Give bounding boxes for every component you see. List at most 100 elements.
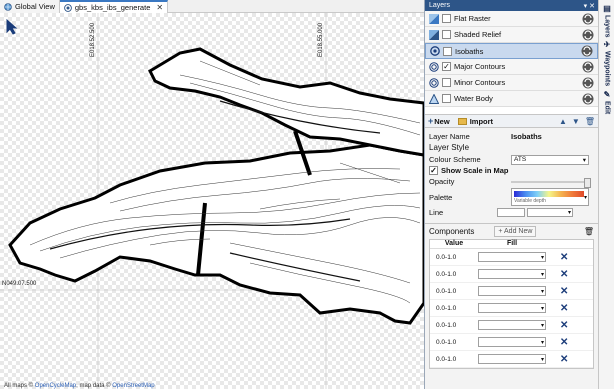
layer-name: Major Contours (454, 62, 506, 71)
map-canvas[interactable]: E018.52.500 E018.55.000 N049.07.500 All … (0, 13, 424, 389)
add-component-button[interactable]: + Add New (494, 226, 537, 237)
palette-gradient (514, 191, 584, 197)
chevron-down-icon: ▾ (540, 271, 544, 278)
move-down-icon[interactable]: ▼ (572, 117, 580, 126)
tab-label: gbs_kbs_ibs_generate (74, 3, 151, 12)
layer-row-major-contours[interactable]: ✓ Major Contours (425, 59, 598, 75)
layer-row-flat-raster[interactable]: Flat Raster (425, 11, 598, 27)
component-value[interactable]: 0.0-1.0 (430, 305, 478, 312)
panel-title: Layers (429, 2, 451, 9)
chevron-down-icon: ▾ (582, 156, 586, 164)
component-value[interactable]: 0.0-1.0 (430, 254, 478, 261)
layer-name-value[interactable]: Isobaths (511, 132, 542, 141)
refresh-icon[interactable] (582, 77, 594, 89)
layer-row-water-body[interactable]: Water Body (425, 91, 598, 107)
grid-label-longitude: E018.55.000 (318, 22, 324, 57)
remove-icon[interactable]: ✕ (560, 320, 568, 331)
layer-visibility-checkbox[interactable] (443, 46, 452, 56)
layer-name-label: Layer Name (429, 132, 470, 141)
grid-label-latitude: N049.07.500 (2, 281, 37, 287)
openstreetmap-link[interactable]: OpenStreetMap (112, 383, 154, 389)
component-value[interactable]: 0.0-1.0 (430, 288, 478, 295)
table-row: 0.0-1.0 ▾ ✕ (430, 283, 593, 300)
layer-row-shaded-relief[interactable]: Shaded Relief (425, 27, 598, 43)
refresh-icon[interactable] (582, 29, 594, 41)
show-scale-checkbox[interactable]: ✓ (429, 166, 438, 175)
show-scale-checkbox-row[interactable]: ✓ Show Scale in Map (429, 165, 594, 176)
remove-icon[interactable]: ✕ (560, 286, 568, 297)
palette-select[interactable]: Variable depth ▾ (511, 188, 589, 206)
move-up-icon[interactable]: ▲ (559, 117, 567, 126)
plus-icon: + (428, 116, 434, 126)
opacity-label: Opacity (429, 177, 455, 186)
refresh-icon[interactable] (581, 45, 593, 57)
layers-toolbar: + New Import ▲ ▼ 🗑 (425, 115, 598, 128)
folder-icon (457, 117, 467, 125)
line-colour-select[interactable]: ▾ (527, 208, 573, 217)
fill-select[interactable]: ▾ (478, 320, 546, 330)
contour-map (0, 13, 424, 389)
layer-name: Isobaths (455, 46, 484, 56)
layer-properties: Layer Name Isobaths Layer Style Colour S… (425, 128, 598, 221)
chevron-down-icon: ▾ (583, 195, 587, 201)
tab-dataset[interactable]: gbs_kbs_ibs_generate ✕ (59, 0, 169, 13)
fill-select[interactable]: ▾ (478, 286, 546, 296)
layer-row-minor-contours[interactable]: Minor Contours (425, 75, 598, 91)
colour-scheme-select[interactable]: ATS ▾ (511, 154, 589, 165)
line-label: Line (429, 208, 444, 217)
side-tab-waypoints[interactable]: ✈ Waypoints (601, 40, 613, 86)
delete-component-icon[interactable]: 🗑 (584, 227, 594, 236)
side-tab-layers[interactable]: ▤ Layers (601, 4, 613, 38)
delete-layer-icon[interactable]: 🗑 (585, 117, 595, 126)
remove-icon[interactable]: ✕ (560, 337, 568, 348)
refresh-icon[interactable] (582, 13, 594, 25)
pin-icon[interactable]: ▾ ✕ (584, 2, 595, 10)
raster-icon (429, 13, 439, 24)
table-row: 0.0-1.0 ▾ ✕ (430, 351, 593, 368)
layer-name: Shaded Relief (454, 30, 502, 39)
layer-visibility-checkbox[interactable] (442, 14, 451, 23)
fill-select[interactable]: ▾ (478, 337, 546, 347)
chevron-down-icon: ▾ (540, 254, 544, 261)
layer-visibility-checkbox[interactable] (442, 94, 451, 103)
col-value: Value (444, 240, 464, 247)
fill-select[interactable]: ▾ (478, 303, 546, 313)
components-table-header: Value Fill (430, 240, 593, 249)
component-value[interactable]: 0.0-1.0 (430, 322, 478, 329)
close-icon[interactable]: ✕ (156, 3, 163, 12)
remove-icon[interactable]: ✕ (560, 354, 568, 365)
line-width-spinner[interactable] (497, 208, 525, 217)
waypoint-icon: ✈ (602, 40, 612, 49)
layer-visibility-checkbox[interactable]: ✓ (442, 62, 451, 71)
side-tab-edit[interactable]: ✎ Edit (601, 90, 613, 114)
dataset-icon (64, 3, 72, 12)
layer-visibility-checkbox[interactable] (442, 78, 451, 87)
layer-row-isobaths[interactable]: Isobaths (425, 43, 598, 59)
document-tab-bar: Global View gbs_kbs_ibs_generate ✕ (0, 0, 424, 13)
components-title: Components (429, 227, 475, 236)
layers-panel: Layers ▾ ✕ Flat Raster Shaded Relief Iso… (424, 0, 598, 389)
fill-select[interactable]: ▾ (478, 354, 546, 364)
tab-global-view[interactable]: Global View (0, 0, 60, 13)
refresh-icon[interactable] (582, 93, 594, 105)
opacity-slider[interactable] (511, 177, 591, 188)
fill-select[interactable]: ▾ (478, 269, 546, 279)
layer-visibility-checkbox[interactable] (442, 30, 451, 39)
contour-icon (429, 77, 439, 88)
remove-icon[interactable]: ✕ (560, 252, 568, 263)
import-button[interactable]: Import (457, 117, 493, 126)
chevron-down-icon: ▾ (567, 210, 571, 216)
palette-label: Palette (429, 192, 453, 202)
refresh-icon[interactable] (582, 61, 594, 73)
remove-icon[interactable]: ✕ (560, 303, 568, 314)
component-value[interactable]: 0.0-1.0 (430, 271, 478, 278)
chevron-down-icon: ▾ (540, 305, 544, 312)
chevron-down-icon: ▾ (540, 356, 544, 363)
remove-icon[interactable]: ✕ (560, 269, 568, 280)
component-value[interactable]: 0.0-1.0 (430, 356, 478, 363)
opencyclemap-link[interactable]: OpenCycleMap (35, 383, 76, 389)
new-layer-button[interactable]: + New (428, 116, 450, 126)
component-value[interactable]: 0.0-1.0 (430, 339, 478, 346)
fill-select[interactable]: ▾ (478, 252, 546, 262)
palette-caption: Variable depth (514, 198, 546, 204)
